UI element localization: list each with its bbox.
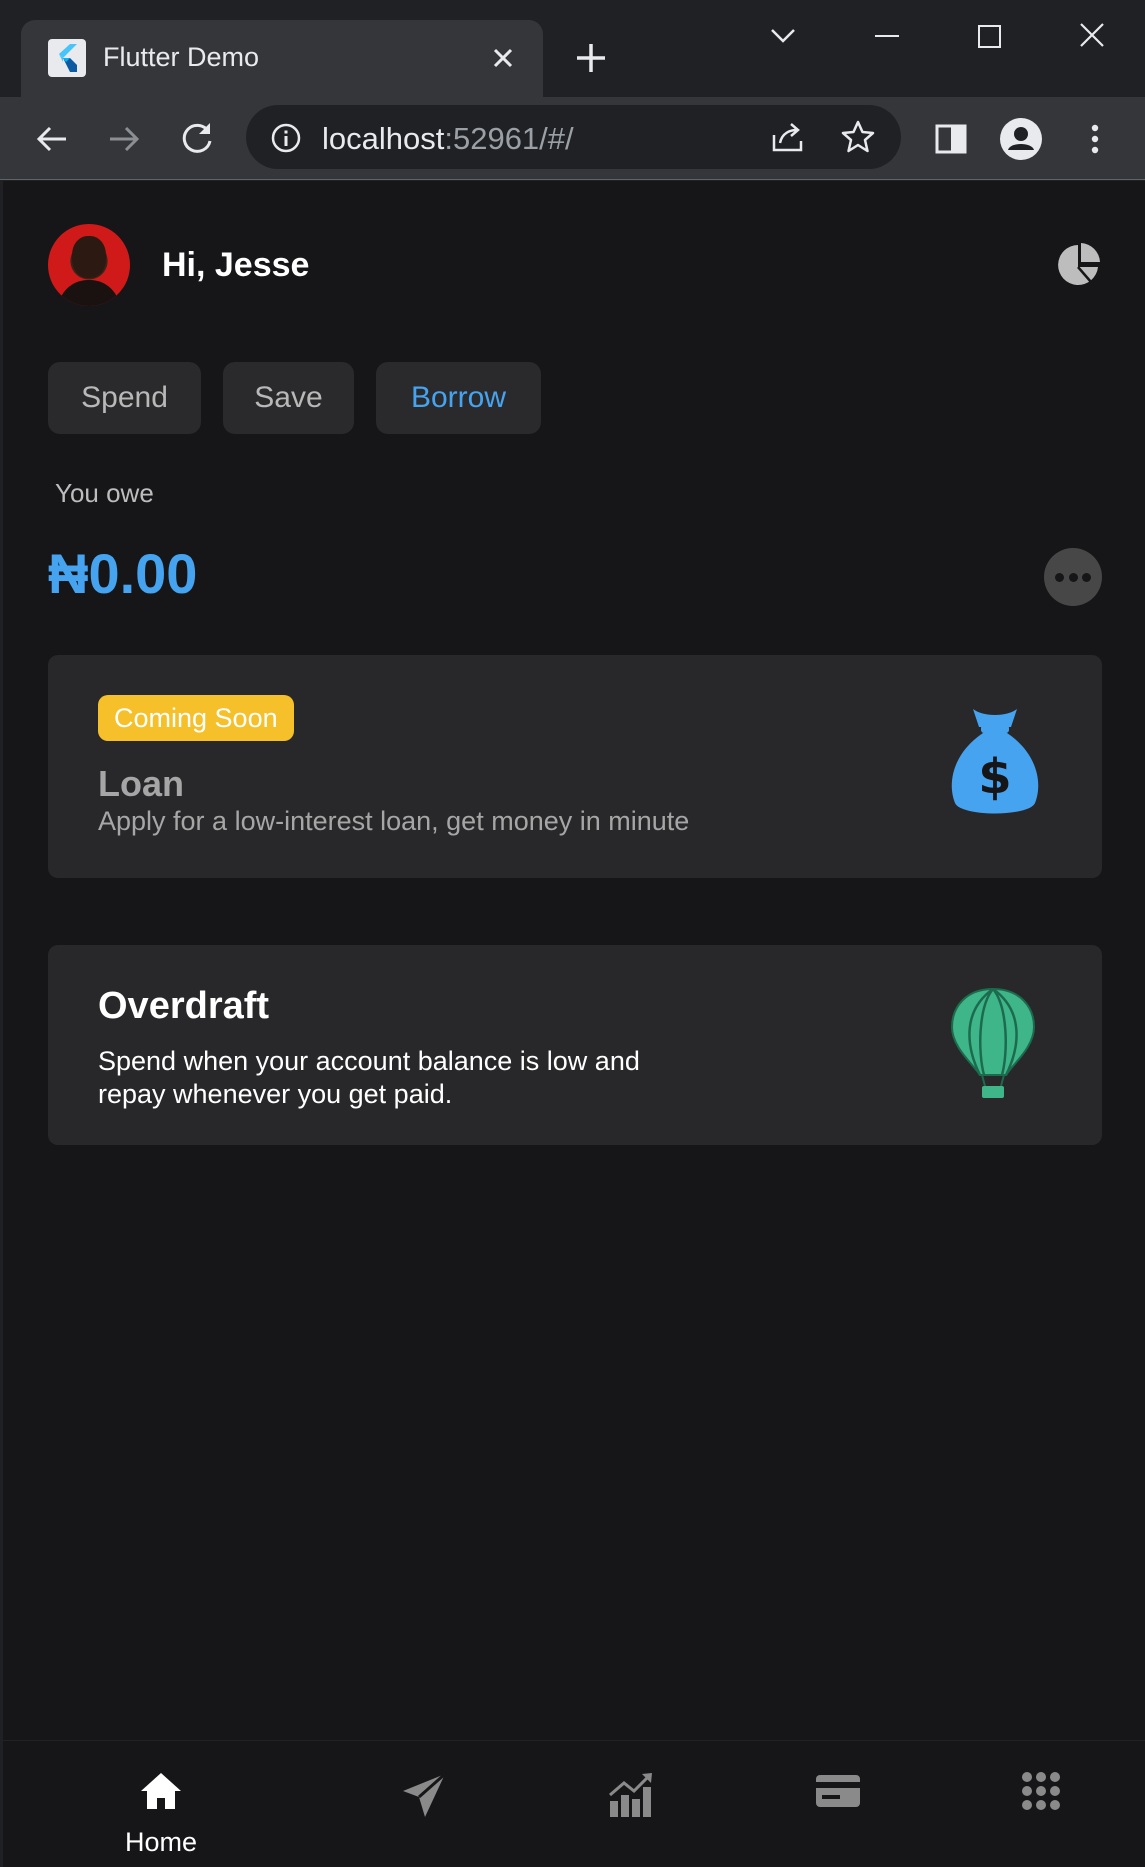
loan-card[interactable]: Coming Soon Loan Apply for a low-interes… (48, 655, 1102, 878)
tab-spend[interactable]: Spend (48, 362, 201, 434)
send-icon (403, 1772, 446, 1817)
avatar-body (58, 280, 120, 306)
nav-send[interactable] (341, 1741, 501, 1867)
forward-arrow-icon[interactable] (102, 117, 146, 161)
side-panel-icon[interactable] (929, 117, 973, 161)
nav-analytics[interactable] (548, 1741, 708, 1867)
money-bag-icon: $ (945, 705, 1045, 825)
tab-close-icon[interactable] (483, 38, 523, 78)
avatar[interactable] (48, 224, 130, 306)
close-window-icon[interactable] (1062, 14, 1122, 58)
balance-amount: ₦0.00 (48, 542, 198, 605)
more-dot (1082, 573, 1091, 582)
nav-home-label: Home (124, 1827, 198, 1857)
hot-air-balloon-icon (948, 987, 1038, 1107)
bookmark-star-icon[interactable] (840, 119, 876, 155)
back-arrow-icon[interactable] (30, 117, 74, 161)
profile-icon[interactable] (999, 117, 1043, 161)
apps-grid-icon (1022, 1772, 1060, 1810)
loan-description: Apply for a low-interest loan, get money… (98, 806, 690, 836)
avatar-face (72, 236, 106, 278)
more-dot (1055, 573, 1064, 582)
browser-titlebar: Flutter Demo (0, 0, 1145, 97)
url-text[interactable]: localhost:52961/#/ (322, 121, 574, 157)
share-icon[interactable] (770, 119, 806, 155)
nav-cards[interactable] (756, 1741, 916, 1867)
url-host: localhost (322, 121, 445, 156)
url-path: :52961/#/ (444, 121, 574, 156)
loan-title: Loan (98, 763, 184, 804)
svg-text:$: $ (978, 749, 1011, 805)
tab-title: Flutter Demo (103, 42, 260, 72)
home-icon (141, 1773, 181, 1809)
flutter-logo-icon (48, 39, 86, 77)
greeting: Hi, Jesse (162, 246, 310, 284)
card-icon (816, 1775, 860, 1807)
nav-more[interactable] (963, 1741, 1123, 1867)
browser-tab[interactable]: Flutter Demo (21, 20, 543, 97)
nav-home[interactable]: Home (81, 1741, 241, 1867)
more-dot (1068, 573, 1078, 582)
maximize-icon[interactable] (959, 14, 1019, 58)
bottom-navigation: Home (3, 1740, 1145, 1867)
site-info-icon[interactable] (270, 122, 302, 154)
overdraft-card[interactable]: Overdraft Spend when your account balanc… (48, 945, 1102, 1145)
browser-menu-icon[interactable] (1073, 117, 1117, 161)
address-bar[interactable]: localhost:52961/#/ (246, 105, 901, 169)
tab-search-chevron-icon[interactable] (753, 14, 813, 58)
tab-borrow[interactable]: Borrow (376, 362, 541, 434)
app-viewport: Hi, Jesse Spend Save Borrow You owe ₦0.0… (3, 181, 1145, 1867)
reload-icon[interactable] (175, 117, 219, 161)
minimize-icon[interactable] (857, 14, 917, 58)
overdraft-description-line1: Spend when your account balance is low a… (98, 1046, 640, 1076)
coming-soon-badge: Coming Soon (98, 695, 294, 741)
overdraft-title: Overdraft (98, 985, 270, 1027)
tab-save[interactable]: Save (223, 362, 354, 434)
overdraft-description-line2: repay whenever you get paid. (98, 1079, 453, 1109)
browser-toolbar: localhost:52961/#/ (0, 97, 1145, 180)
balance-label: You owe (55, 478, 154, 508)
new-tab-icon[interactable] (571, 38, 611, 78)
pie-chart-icon[interactable] (1054, 241, 1102, 289)
more-options-icon[interactable] (1044, 548, 1102, 606)
analytics-icon (609, 1773, 652, 1817)
